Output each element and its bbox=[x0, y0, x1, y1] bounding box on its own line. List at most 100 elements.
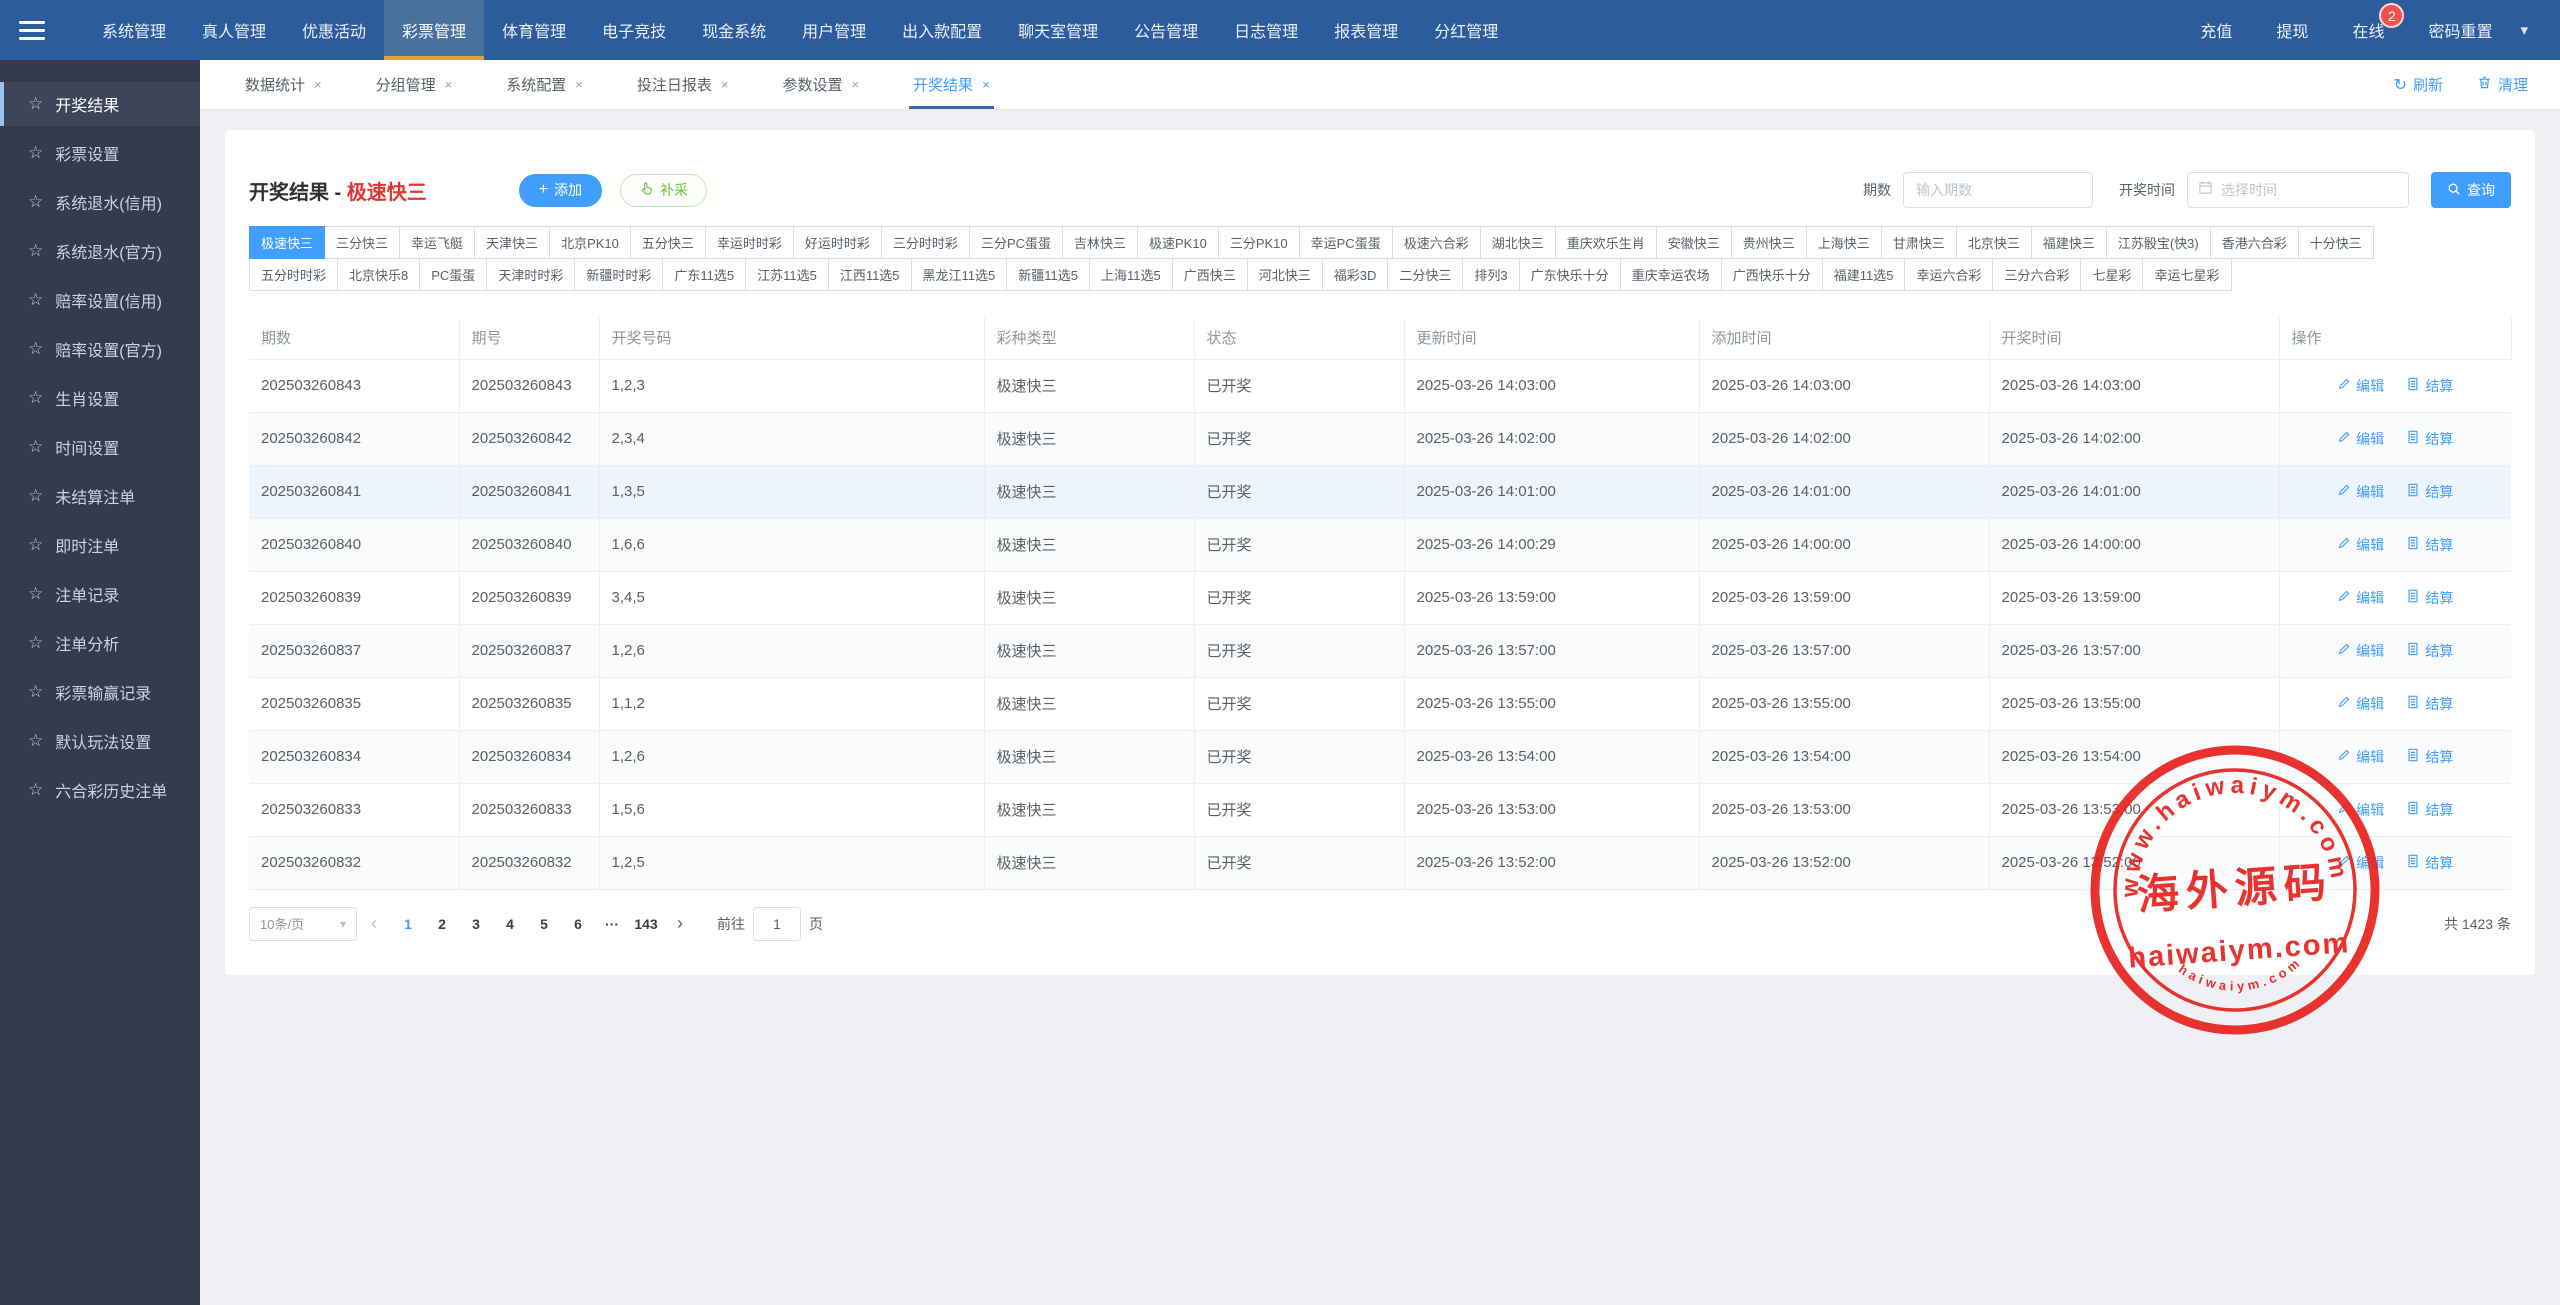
lottery-type-tab[interactable]: 贵州快三 bbox=[1731, 226, 1807, 259]
chevron-down-icon[interactable]: ▾ bbox=[2514, 0, 2534, 60]
topbar-menu-item[interactable]: 系统管理 bbox=[84, 0, 184, 60]
lottery-type-tab[interactable]: 三分PK10 bbox=[1218, 226, 1300, 259]
tab-close-icon[interactable] bbox=[314, 77, 322, 92]
lottery-type-tab[interactable]: 江苏骰宝(快3) bbox=[2106, 226, 2211, 259]
lottery-type-tab[interactable]: 广西快三 bbox=[1172, 258, 1248, 291]
page-number[interactable]: 5 bbox=[527, 916, 561, 932]
page-size-select[interactable]: 10条/页 bbox=[249, 907, 357, 941]
edit-link[interactable]: 编辑 bbox=[2337, 429, 2384, 449]
sidebar-item[interactable]: ☆ 注单分析 bbox=[0, 621, 200, 665]
tab-close-icon[interactable] bbox=[721, 77, 729, 92]
tab[interactable]: 投注日报表 bbox=[637, 60, 729, 109]
sidebar-item[interactable]: ☆ 系统退水(官方) bbox=[0, 229, 200, 273]
lottery-type-tab[interactable]: 广东11选5 bbox=[662, 258, 746, 291]
page-number[interactable]: ··· bbox=[595, 916, 629, 932]
lottery-type-tab[interactable]: 极速PK10 bbox=[1137, 226, 1219, 259]
lottery-type-tab[interactable]: 福建快三 bbox=[2031, 226, 2107, 259]
page-number[interactable]: 143 bbox=[629, 916, 663, 932]
edit-link[interactable]: 编辑 bbox=[2337, 694, 2384, 714]
lottery-type-tab[interactable]: 广西快乐十分 bbox=[1721, 258, 1823, 291]
next-page-button[interactable]: › bbox=[663, 913, 697, 934]
edit-link[interactable]: 编辑 bbox=[2337, 376, 2384, 396]
sidebar-item[interactable]: ☆ 时间设置 bbox=[0, 425, 200, 469]
collect-button[interactable]: 补采 bbox=[620, 174, 707, 207]
settle-link[interactable]: 结算 bbox=[2406, 747, 2453, 767]
topbar-menu-item[interactable]: 彩票管理 bbox=[384, 0, 484, 60]
settle-link[interactable]: 结算 bbox=[2406, 429, 2453, 449]
lottery-type-tab[interactable]: 福彩3D bbox=[1322, 258, 1389, 291]
password-reset-link[interactable]: 密码重置 bbox=[2406, 0, 2514, 60]
lottery-type-tab[interactable]: 黑龙江11选5 bbox=[911, 258, 1008, 291]
lottery-type-tab[interactable]: 北京快三 bbox=[1956, 226, 2032, 259]
lottery-type-tab[interactable]: 三分快三 bbox=[324, 226, 400, 259]
lottery-type-tab[interactable]: 吉林快三 bbox=[1062, 226, 1138, 259]
edit-link[interactable]: 编辑 bbox=[2337, 853, 2384, 873]
tab[interactable]: 开奖结果 bbox=[913, 60, 990, 109]
topbar-menu-item[interactable]: 出入款配置 bbox=[884, 0, 1000, 60]
sidebar-item[interactable]: ☆ 彩票输赢记录 bbox=[0, 670, 200, 714]
sidebar-item[interactable]: ☆ 开奖结果 bbox=[0, 82, 200, 126]
edit-link[interactable]: 编辑 bbox=[2337, 588, 2384, 608]
topbar-menu-item[interactable]: 电子竞技 bbox=[584, 0, 684, 60]
settle-link[interactable]: 结算 bbox=[2406, 800, 2453, 820]
lottery-type-tab[interactable]: 新疆11选5 bbox=[1006, 258, 1090, 291]
lottery-type-tab[interactable]: 上海11选5 bbox=[1089, 258, 1173, 291]
tab[interactable]: 参数设置 bbox=[782, 60, 859, 109]
lottery-type-tab[interactable]: 上海快三 bbox=[1806, 226, 1882, 259]
tab-close-icon[interactable] bbox=[982, 77, 990, 92]
lottery-type-tab[interactable]: 五分快三 bbox=[630, 226, 706, 259]
edit-link[interactable]: 编辑 bbox=[2337, 747, 2384, 767]
lottery-type-tab[interactable]: 河北快三 bbox=[1247, 258, 1323, 291]
settle-link[interactable]: 结算 bbox=[2406, 376, 2453, 396]
lottery-type-tab[interactable]: 北京快乐8 bbox=[337, 258, 420, 291]
settle-link[interactable]: 结算 bbox=[2406, 694, 2453, 714]
sidebar-item[interactable]: ☆ 赔率设置(官方) bbox=[0, 327, 200, 371]
topbar-menu-item[interactable]: 现金系统 bbox=[684, 0, 784, 60]
sidebar-item[interactable]: ☆ 系统退水(信用) bbox=[0, 180, 200, 224]
edit-link[interactable]: 编辑 bbox=[2337, 641, 2384, 661]
clear-button[interactable]: 清理 bbox=[2477, 74, 2528, 95]
sidebar-item[interactable]: ☆ 赔率设置(信用) bbox=[0, 278, 200, 322]
topbar-menu-item[interactable]: 分红管理 bbox=[1416, 0, 1516, 60]
edit-link[interactable]: 编辑 bbox=[2337, 800, 2384, 820]
period-input[interactable] bbox=[1903, 172, 2093, 208]
sidebar-item[interactable]: ☆ 注单记录 bbox=[0, 572, 200, 616]
refresh-button[interactable]: 刷新 bbox=[2394, 74, 2443, 95]
sidebar-item[interactable]: ☆ 未结算注单 bbox=[0, 474, 200, 518]
lottery-type-tab[interactable]: 幸运时时彩 bbox=[705, 226, 794, 259]
goto-page-input[interactable] bbox=[753, 907, 801, 941]
settle-link[interactable]: 结算 bbox=[2406, 482, 2453, 502]
lottery-type-tab[interactable]: 三分六合彩 bbox=[1992, 258, 2081, 291]
topbar-menu-item[interactable]: 聊天室管理 bbox=[1000, 0, 1116, 60]
page-number[interactable]: 6 bbox=[561, 916, 595, 932]
topbar-menu-item[interactable]: 公告管理 bbox=[1116, 0, 1216, 60]
topbar-menu-item[interactable]: 体育管理 bbox=[484, 0, 584, 60]
lottery-type-tab[interactable]: 香港六合彩 bbox=[2210, 226, 2299, 259]
lottery-type-tab[interactable]: 江西11选5 bbox=[828, 258, 912, 291]
lottery-type-tab[interactable]: 幸运PC蛋蛋 bbox=[1299, 226, 1393, 259]
sidebar-item[interactable]: ☆ 默认玩法设置 bbox=[0, 719, 200, 763]
lottery-type-tab[interactable]: 湖北快三 bbox=[1480, 226, 1556, 259]
lottery-type-tab[interactable]: 甘肃快三 bbox=[1881, 226, 1957, 259]
topbar-menu-item[interactable]: 用户管理 bbox=[784, 0, 884, 60]
edit-link[interactable]: 编辑 bbox=[2337, 535, 2384, 555]
tab[interactable]: 分组管理 bbox=[376, 60, 453, 109]
page-number[interactable]: 3 bbox=[459, 916, 493, 932]
lottery-type-tab[interactable]: 江苏11选5 bbox=[745, 258, 829, 291]
lottery-type-tab[interactable]: 二分快三 bbox=[1387, 258, 1463, 291]
settle-link[interactable]: 结算 bbox=[2406, 588, 2453, 608]
lottery-type-tab[interactable]: 广东快乐十分 bbox=[1519, 258, 1621, 291]
lottery-type-tab[interactable]: 三分时时彩 bbox=[881, 226, 970, 259]
lottery-type-tab[interactable]: 重庆幸运农场 bbox=[1620, 258, 1722, 291]
lottery-type-tab[interactable]: 好运时时彩 bbox=[793, 226, 882, 259]
lottery-type-tab[interactable]: 十分快三 bbox=[2298, 226, 2374, 259]
settle-link[interactable]: 结算 bbox=[2406, 535, 2453, 555]
lottery-type-tab[interactable]: PC蛋蛋 bbox=[419, 258, 487, 291]
lottery-type-tab[interactable]: 重庆欢乐生肖 bbox=[1555, 226, 1657, 259]
lottery-type-tab[interactable]: 极速快三 bbox=[249, 226, 325, 259]
tab-close-icon[interactable] bbox=[575, 77, 583, 92]
topbar-menu-item[interactable]: 真人管理 bbox=[184, 0, 284, 60]
add-button[interactable]: + 添加 bbox=[519, 174, 602, 207]
topbar-menu-item[interactable]: 优惠活动 bbox=[284, 0, 384, 60]
lottery-type-tab[interactable]: 安徽快三 bbox=[1656, 226, 1732, 259]
